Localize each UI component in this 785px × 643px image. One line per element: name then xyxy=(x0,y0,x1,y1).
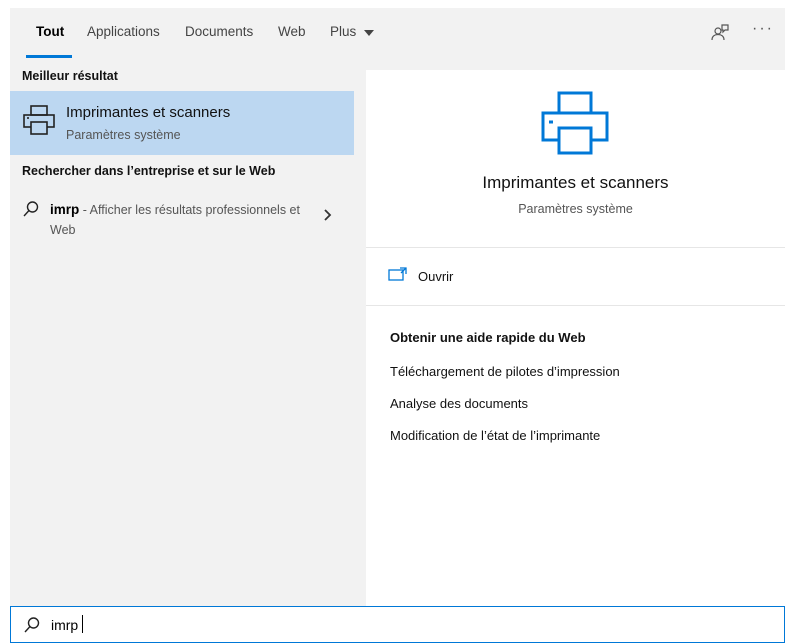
tab-applications[interactable]: Applications xyxy=(87,8,160,58)
tab-more[interactable]: Plus xyxy=(330,8,375,58)
more-options-icon[interactable]: ··· xyxy=(752,20,774,38)
printer-large-icon xyxy=(540,90,610,161)
printer-icon xyxy=(22,103,56,142)
open-label: Ouvrir xyxy=(418,269,454,284)
help-link-printer-status[interactable]: Modification de l’état de l’imprimante xyxy=(390,428,600,443)
more-options-label: ··· xyxy=(752,20,774,37)
search-icon xyxy=(23,616,41,639)
best-match-item[interactable]: Imprimantes et scanners Paramètres systè… xyxy=(10,91,354,155)
web-search-heading: Rechercher dans l’entreprise et sur le W… xyxy=(22,164,276,178)
search-input[interactable] xyxy=(49,614,753,636)
preview-pane: Imprimantes et scanners Paramètres systè… xyxy=(366,70,785,606)
help-link-document-scan[interactable]: Analyse des documents xyxy=(390,396,528,411)
best-match-title: Imprimantes et scanners xyxy=(66,104,231,121)
web-search-description: - Afficher les résultats professionnels … xyxy=(50,203,300,237)
tab-all-label: Tout xyxy=(36,24,65,39)
caret-down-icon xyxy=(364,8,375,56)
search-box[interactable] xyxy=(10,606,785,643)
text-cursor xyxy=(82,615,83,633)
tab-more-label: Plus xyxy=(330,24,357,39)
divider xyxy=(366,247,785,248)
tab-all[interactable]: Tout xyxy=(36,8,64,58)
open-icon xyxy=(388,266,408,287)
tab-web-label: Web xyxy=(278,24,306,39)
best-match-subtitle: Paramètres système xyxy=(66,128,181,142)
tab-web[interactable]: Web xyxy=(278,8,306,58)
tab-documents-label: Documents xyxy=(185,24,254,39)
divider xyxy=(366,305,785,306)
help-link-driver-download[interactable]: Téléchargement de pilotes d’impression xyxy=(390,364,620,379)
web-search-result[interactable]: imrp - Afficher les résultats profession… xyxy=(10,194,354,244)
best-match-heading: Meilleur résultat xyxy=(22,69,118,83)
results-list: Meilleur résultat Imprimantes et scanner… xyxy=(10,58,354,606)
search-tab-bar: Tout Applications Documents Web Plus ··· xyxy=(10,8,785,58)
tab-documents[interactable]: Documents xyxy=(185,8,253,58)
web-search-query: imrp xyxy=(50,202,80,217)
web-search-text: imrp - Afficher les résultats profession… xyxy=(50,200,300,240)
web-help-heading: Obtenir une aide rapide du Web xyxy=(390,330,586,345)
preview-title: Imprimantes et scanners xyxy=(482,173,669,192)
feedback-icon[interactable] xyxy=(710,23,730,43)
chevron-right-icon[interactable] xyxy=(323,208,333,227)
tab-applications-label: Applications xyxy=(87,24,160,39)
preview-subtitle: Paramètres système xyxy=(518,202,633,216)
search-icon xyxy=(22,200,40,223)
